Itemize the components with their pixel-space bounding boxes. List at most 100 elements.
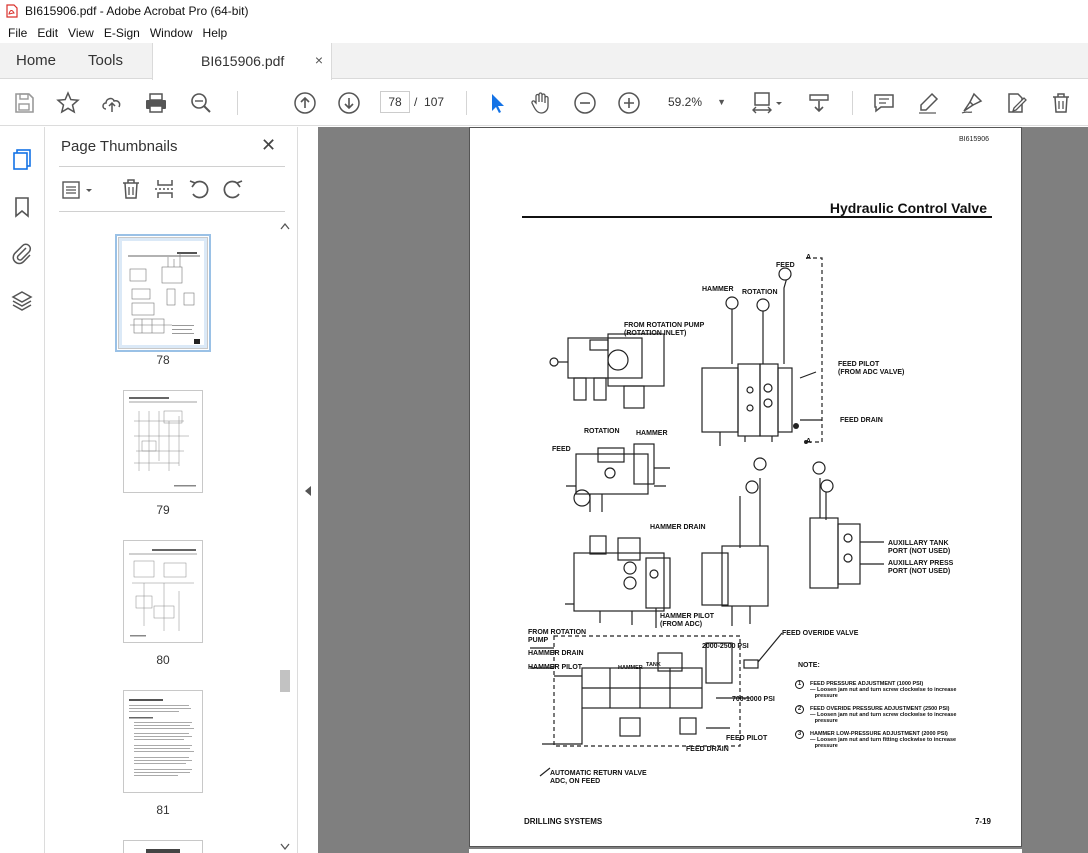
tab-home[interactable]: Home [16, 43, 56, 79]
divider [59, 166, 285, 167]
diagram-label: A [806, 254, 812, 261]
panel-splitter[interactable] [297, 127, 318, 853]
note-text: HAMMER LOW-PRESSURE ADJUSTMENT (2000 PSI… [810, 731, 957, 749]
menu-esign[interactable]: E-Sign [104, 26, 140, 40]
sign-button[interactable] [960, 91, 984, 115]
zoom-in-button[interactable] [617, 91, 641, 115]
note-number-2: 2 [795, 705, 804, 714]
diagram-label: AUTOMATIC RETURN VALVE ADC, ON FEED [550, 770, 647, 785]
thumbnail-page-78[interactable] [115, 234, 211, 352]
hand-icon [531, 92, 549, 114]
page-thumbnails-icon[interactable] [10, 147, 34, 171]
printer-icon [146, 93, 166, 113]
note-number-3: 3 [795, 730, 804, 739]
diagram-label: HAMMER PILOT (FROM ADC) [660, 613, 715, 628]
tab-document-label: BI615906.pdf [201, 53, 285, 69]
thumbnail-label: 79 [156, 503, 170, 517]
trash-icon[interactable] [119, 177, 143, 201]
chevron-down-icon: ▼ [717, 97, 726, 107]
diagram-label: HAMMER [636, 430, 668, 437]
options-menu-icon[interactable] [61, 179, 95, 201]
page-thumbnail-image [122, 241, 204, 345]
print-button[interactable] [144, 91, 168, 115]
tab-tools[interactable]: Tools [88, 43, 123, 79]
toolbar-divider [237, 91, 238, 115]
thumbnail-label: 80 [156, 653, 170, 667]
comment-button[interactable] [872, 91, 896, 115]
zoom-value: 59.2% [668, 95, 703, 109]
diagram-label: FROM ROTATION PUMP (ROTATION INLET) [624, 322, 705, 337]
tab-close-icon[interactable]: × [315, 52, 323, 68]
left-nav-rail [0, 127, 45, 853]
hand-tool-button[interactable] [529, 91, 553, 115]
cloud-upload-icon [102, 97, 121, 112]
collapse-left-icon[interactable] [304, 485, 312, 497]
page-thumbnail-image [129, 699, 194, 776]
thumbnail-page-82[interactable] [123, 840, 203, 853]
select-tool-button[interactable] [485, 91, 509, 115]
attachment-paperclip-icon[interactable] [10, 241, 34, 265]
thumbnail-label: 81 [156, 803, 170, 817]
page-number-input[interactable]: 78 [380, 91, 410, 113]
save-icon [15, 93, 34, 113]
edit-pdf-button[interactable] [1004, 91, 1028, 115]
close-icon[interactable]: ✕ [261, 135, 276, 156]
thumbnail-page-80[interactable] [123, 540, 203, 643]
cursor-arrow-icon [492, 94, 504, 113]
document-viewer[interactable]: BI615906 Hydraulic Control Valve FEED HA… [318, 127, 1088, 853]
diagram-label: FEED [776, 262, 795, 269]
diagram-label: HAMMER [618, 665, 643, 671]
highlight-button[interactable] [916, 91, 940, 115]
split-pages-icon[interactable] [153, 177, 177, 201]
zoom-search-button[interactable] [189, 91, 213, 115]
main-toolbar [0, 80, 1088, 126]
bookmark-icon[interactable] [10, 195, 34, 219]
document-footer-section: DRILLING SYSTEMS [524, 817, 603, 826]
delete-button[interactable] [1049, 91, 1073, 115]
scroll-down-icon [809, 94, 829, 113]
total-pages: 107 [424, 95, 445, 109]
diagram-label: HAMMER DRAIN [528, 650, 584, 657]
diagram-label: HAMMER DRAIN [650, 524, 706, 531]
save-button[interactable] [12, 91, 36, 115]
menu-edit[interactable]: Edit [37, 26, 58, 40]
rotate-counterclockwise-icon[interactable] [187, 177, 211, 201]
rotate-clockwise-icon[interactable] [221, 177, 245, 201]
thumbnail-page-81[interactable] [123, 690, 203, 793]
minus-circle-icon [574, 92, 596, 114]
bookmark-star-button[interactable] [56, 91, 80, 115]
menu-view[interactable]: View [68, 26, 94, 40]
upload-button[interactable] [100, 91, 124, 115]
page-display-dropdown[interactable] [774, 91, 784, 115]
page-thumbnail-image [129, 549, 197, 637]
diagram-label: FEED [552, 446, 571, 453]
highlighter-pen-icon [919, 92, 939, 114]
tab-bar: Home Tools BI615906.pdf × [0, 43, 1088, 80]
divider [59, 211, 285, 212]
menu-file[interactable]: File [8, 26, 27, 40]
thumbnail-scrollbar[interactable] [278, 220, 292, 853]
zoom-level-select[interactable]: 59.2% ▼ [658, 91, 730, 113]
diagram-label: FEED DRAIN [840, 417, 883, 424]
menu-window[interactable]: Window [150, 26, 193, 40]
diagram-label: FEED OVERIDE VALVE [782, 630, 859, 637]
note-number-1: 1 [795, 680, 804, 689]
scroll-mode-button[interactable] [807, 91, 831, 115]
title-bar: BI615906.pdf - Adobe Acrobat Pro (64-bit… [0, 0, 1088, 22]
page-count: / 107 [414, 95, 444, 109]
diagram-label: ROTATION [742, 289, 778, 296]
comment-icon [874, 94, 894, 113]
zoom-out-button[interactable] [573, 91, 597, 115]
diagram-label: HAMMER [702, 286, 734, 293]
next-page-button[interactable] [337, 91, 361, 115]
note-heading: NOTE: [798, 662, 820, 669]
tab-document[interactable]: BI615906.pdf × [152, 43, 332, 80]
page-display-button[interactable] [750, 91, 774, 115]
arrow-up-circle-icon [294, 92, 316, 114]
layers-icon[interactable] [10, 289, 34, 313]
diagram-label: 700-1000 PSI [732, 696, 775, 703]
thumbnail-page-79[interactable] [123, 390, 203, 493]
previous-page-button[interactable] [293, 91, 317, 115]
menu-help[interactable]: Help [203, 26, 228, 40]
diagram-label: A [806, 438, 812, 445]
